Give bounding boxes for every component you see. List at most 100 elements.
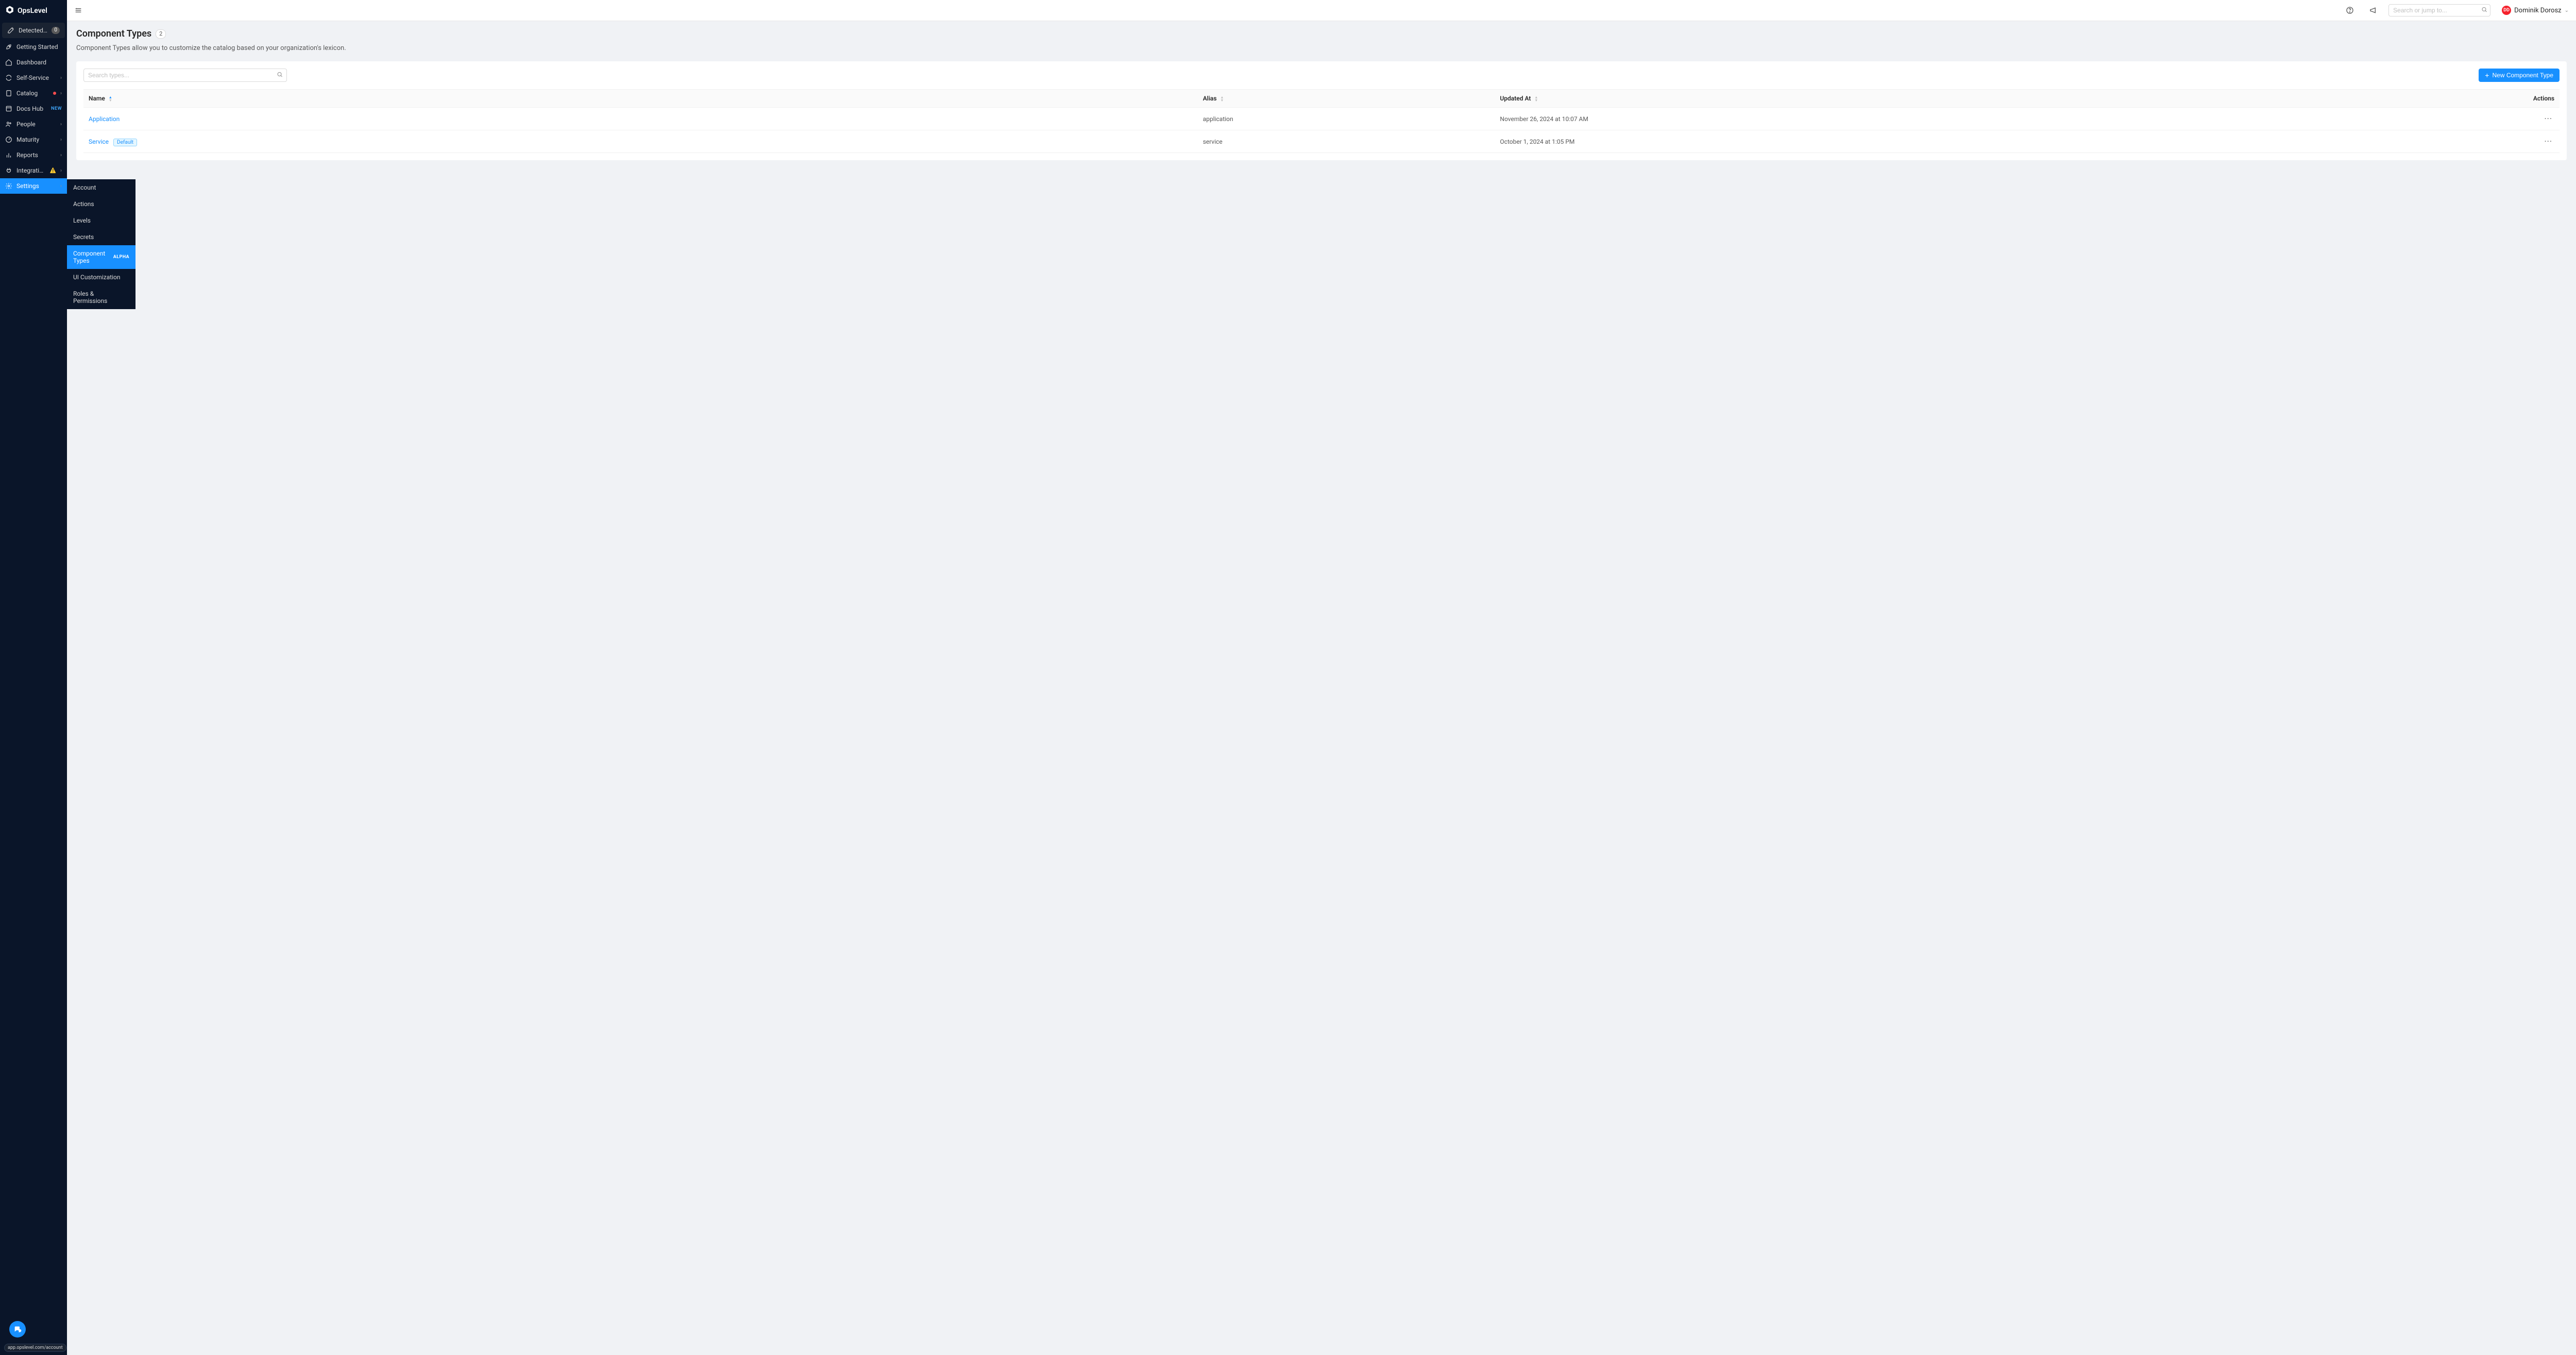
users-icon	[5, 121, 12, 128]
content-card: + New Component Type Name ▲▼ Alias ▲▼	[76, 61, 2567, 160]
table-row: Service Default service October 1, 2024 …	[83, 130, 2560, 153]
type-alias: service	[1198, 130, 1495, 153]
sidebar-item-label: Maturity	[16, 136, 56, 143]
sidebar: OpsLevel Detected Services 0 Getting Sta…	[0, 0, 67, 1355]
global-search-input[interactable]	[2388, 4, 2490, 16]
rocket-icon	[5, 43, 12, 50]
refresh-icon	[5, 74, 12, 81]
main-content: DD Dominik Dorosz ⌄ Component Types 2 Co…	[67, 0, 2576, 1355]
sidebar-item-self-service[interactable]: Self-Service ›	[0, 70, 67, 86]
sidebar-item-getting-started[interactable]: Getting Started	[0, 39, 67, 55]
page-header: Component Types 2 Component Types allow …	[67, 21, 2576, 61]
submenu-item-label: Component Types	[73, 250, 110, 264]
sidebar-item-label: Integrations	[16, 167, 46, 174]
chevron-right-icon: ›	[60, 91, 62, 96]
type-updated: November 26, 2024 at 10:07 AM	[1495, 108, 2312, 130]
topbar: DD Dominik Dorosz ⌄	[67, 0, 2576, 21]
sidebar-item-label: Getting Started	[16, 43, 62, 50]
sidebar-item-label: Self-Service	[16, 74, 56, 81]
column-header-alias[interactable]: Alias ▲▼	[1198, 90, 1495, 108]
sidebar-item-label: Catalog	[16, 90, 49, 97]
logo-icon	[5, 5, 14, 16]
sidebar-item-integrations[interactable]: Integrations ⚠️ ›	[0, 163, 67, 178]
button-label: New Component Type	[2492, 72, 2553, 79]
alpha-badge: ALPHA	[113, 255, 129, 260]
submenu-item-ui-customization[interactable]: UI Customization	[67, 269, 135, 285]
type-name-link[interactable]: Service	[89, 138, 109, 145]
submenu-item-label: Levels	[73, 217, 91, 224]
home-icon	[5, 59, 12, 66]
chevron-right-icon: ›	[60, 137, 62, 143]
settings-submenu: Account Actions Levels Secrets Component…	[67, 179, 135, 309]
types-search	[83, 69, 287, 82]
sort-icon: ▲▼	[1221, 96, 1224, 102]
plus-icon: +	[2485, 72, 2489, 79]
row-actions-menu[interactable]: ···	[2542, 137, 2554, 146]
user-menu[interactable]: DD Dominik Dorosz ⌄	[2502, 6, 2569, 15]
wand-icon	[7, 27, 14, 34]
default-tag: Default	[113, 139, 137, 146]
submenu-item-levels[interactable]: Levels	[67, 212, 135, 229]
announcement-icon[interactable]	[2369, 6, 2378, 15]
file-icon	[5, 90, 12, 97]
submenu-item-label: Actions	[73, 200, 94, 208]
sidebar-item-label: Reports	[16, 151, 56, 159]
sidebar-item-people[interactable]: People ›	[0, 116, 67, 132]
submenu-item-label: Roles & Permissions	[73, 290, 129, 304]
sidebar-item-reports[interactable]: Reports ›	[0, 147, 67, 163]
column-header-label: Alias	[1203, 95, 1217, 102]
help-icon[interactable]	[2345, 6, 2354, 15]
row-actions-menu[interactable]: ···	[2542, 114, 2554, 124]
submenu-item-account[interactable]: Account	[67, 179, 135, 196]
sidebar-item-docs-hub[interactable]: Docs Hub NEW	[0, 101, 67, 116]
submenu-item-actions[interactable]: Actions	[67, 196, 135, 212]
submenu-item-component-types[interactable]: Component Types ALPHA	[67, 245, 135, 269]
column-header-name[interactable]: Name ▲▼	[83, 90, 1198, 108]
gauge-icon	[5, 136, 12, 143]
sidebar-item-detected-services[interactable]: Detected Services 0	[2, 23, 65, 38]
chevron-right-icon: ›	[60, 75, 62, 81]
sort-icon: ▲▼	[1534, 96, 1538, 102]
new-badge: NEW	[51, 106, 62, 111]
sidebar-item-settings[interactable]: Settings ›	[0, 178, 67, 194]
page-subtitle: Component Types allow you to customize t…	[76, 44, 2567, 52]
sidebar-item-label: Docs Hub	[16, 105, 47, 112]
notification-dot-icon	[53, 92, 56, 95]
gear-icon	[5, 182, 12, 190]
page-count-badge: 2	[156, 29, 166, 39]
user-name: Dominik Dorosz	[2514, 7, 2561, 14]
new-component-type-button[interactable]: + New Component Type	[2479, 69, 2560, 82]
submenu-item-label: UI Customization	[73, 274, 121, 281]
submenu-item-secrets[interactable]: Secrets	[67, 229, 135, 245]
submenu-item-roles-permissions[interactable]: Roles & Permissions	[67, 285, 135, 309]
chat-bubble-button[interactable]	[9, 1321, 26, 1337]
sidebar-item-label: Settings	[16, 182, 56, 190]
types-search-input[interactable]	[83, 69, 287, 82]
sidebar-item-label: Detected Services	[19, 27, 47, 34]
chevron-right-icon: ›	[60, 122, 62, 127]
sidebar-item-maturity[interactable]: Maturity ›	[0, 132, 67, 147]
url-hint: app.opslevel.com/account	[4, 1344, 66, 1352]
chevron-right-icon: ›	[60, 183, 62, 189]
table-row: Application application November 26, 202…	[83, 108, 2560, 130]
chevron-down-icon: ⌄	[2565, 8, 2569, 13]
sidebar-item-label: People	[16, 121, 56, 128]
sidebar-item-dashboard[interactable]: Dashboard	[0, 55, 67, 70]
chevron-right-icon: ›	[60, 168, 62, 174]
type-name-link[interactable]: Application	[89, 115, 120, 123]
sidebar-item-catalog[interactable]: Catalog ›	[0, 86, 67, 101]
sort-icon: ▲▼	[109, 96, 112, 102]
column-header-actions: Actions	[2312, 90, 2560, 108]
sidebar-collapse-button[interactable]	[74, 6, 82, 14]
column-header-updated[interactable]: Updated At ▲▼	[1495, 90, 2312, 108]
submenu-item-label: Account	[73, 184, 96, 191]
global-search	[2388, 4, 2490, 16]
chart-icon	[5, 151, 12, 159]
brand-logo[interactable]: OpsLevel	[0, 0, 67, 22]
brand-name: OpsLevel	[18, 7, 47, 15]
type-updated: October 1, 2024 at 1:05 PM	[1495, 130, 2312, 153]
warning-icon: ⚠️	[50, 168, 56, 174]
column-header-label: Updated At	[1500, 95, 1531, 102]
page-title: Component Types	[76, 28, 151, 39]
plug-icon	[5, 167, 12, 174]
